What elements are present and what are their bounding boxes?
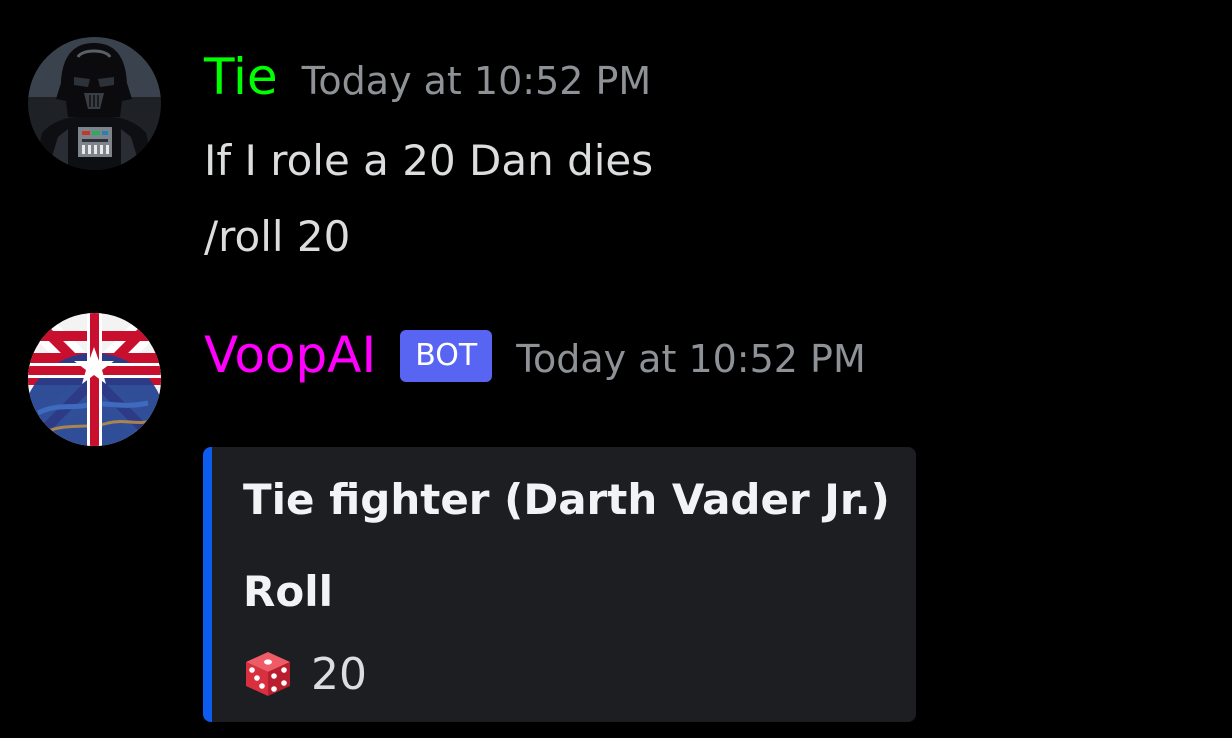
- game-die-icon: [246, 652, 290, 696]
- embed-title: Tie fighter (Darth Vader Jr.): [243, 475, 890, 524]
- embed-field-value: 20: [243, 647, 367, 701]
- roll-result: 20: [311, 648, 367, 700]
- username[interactable]: VoopAI: [204, 330, 376, 380]
- embed-field-name: Roll: [243, 567, 333, 616]
- message-header: Tie Today at 10:52 PM: [204, 52, 651, 102]
- roll-embed: Tie fighter (Darth Vader Jr.) Roll 20: [203, 447, 916, 722]
- darth-vader-avatar[interactable]: [28, 37, 161, 170]
- embed-accent-bar: [203, 447, 212, 722]
- message-text-line-2: /roll 20: [204, 212, 351, 261]
- timestamp: Today at 10:52 PM: [516, 337, 866, 381]
- timestamp: Today at 10:52 PM: [301, 59, 652, 103]
- bot-badge: BOT: [400, 330, 493, 382]
- message-header: VoopAI BOT Today at 10:52 PM: [204, 330, 866, 382]
- flag-globe-avatar[interactable]: [28, 313, 161, 446]
- username[interactable]: Tie: [204, 52, 278, 102]
- message-text-line-1: If I role a 20 Dan dies: [204, 136, 654, 185]
